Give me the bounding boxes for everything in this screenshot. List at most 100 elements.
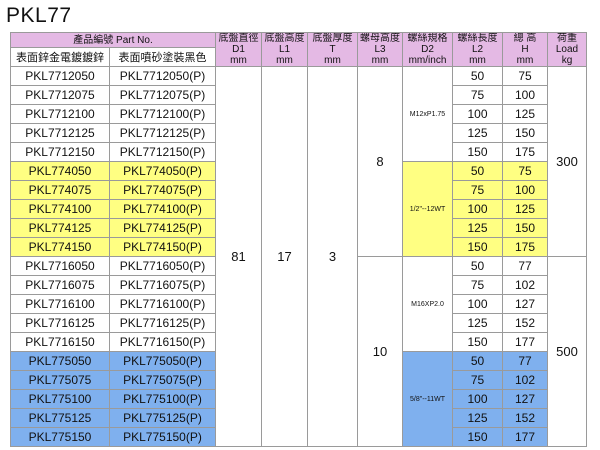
part-no-painted: PKL7712100(P) <box>109 104 216 124</box>
h-value: 127 <box>502 294 548 314</box>
l2-header: 螺絲長度 L2 mm <box>452 32 503 67</box>
l2-value: 150 <box>452 142 503 162</box>
l3-value: 10 <box>357 256 403 447</box>
l2-value: 125 <box>452 313 503 333</box>
h-value: 125 <box>502 104 548 124</box>
part-no-plated: PKL775050 <box>10 351 110 371</box>
table-row: PKL7712050 PKL7712050(P) 81 17 3 8 M12xP1.75 50… <box>10 66 587 447</box>
l2-value: 100 <box>452 389 503 409</box>
part-no-painted: PKL7716100(P) <box>109 294 216 314</box>
part-no-plated: PKL774125 <box>10 218 110 238</box>
h-value: 152 <box>502 313 548 333</box>
l2-value: 50 <box>452 351 503 371</box>
d2-value: 1/2"--12WT <box>402 161 453 257</box>
part-no-painted: PKL7712050(P) <box>109 66 216 86</box>
part-no-header: 產品編號 Part No. <box>10 32 216 48</box>
part-no-plated: PKL7712100 <box>10 104 110 124</box>
h-value: 150 <box>502 218 548 238</box>
part-no-plated: PKL775150 <box>10 427 110 447</box>
l2-value: 125 <box>452 123 503 143</box>
part-no-painted: PKL775050(P) <box>109 351 216 371</box>
h-value: 152 <box>502 408 548 428</box>
part-no-painted: PKL7712075(P) <box>109 85 216 105</box>
l2-value: 75 <box>452 180 503 200</box>
part-no-painted: PKL774125(P) <box>109 218 216 238</box>
h-value: 77 <box>502 256 548 276</box>
part-no-plated: PKL7712075 <box>10 85 110 105</box>
d1-value: 81 <box>215 66 262 447</box>
h-value: 102 <box>502 370 548 390</box>
l1-value: 17 <box>261 66 308 447</box>
spec-table-body: 產品編號 Part No. 底盤直徑 D1 mm 底盤高度 L1 mm 底盤厚度 Tmm … <box>10 32 587 447</box>
h-value: 125 <box>502 199 548 219</box>
l2-value: 75 <box>452 275 503 295</box>
part-no-painted: PKL775150(P) <box>109 427 216 447</box>
h-value: 127 <box>502 389 548 409</box>
d2-value: M16XP2.0 <box>402 256 453 352</box>
l2-value: 100 <box>452 294 503 314</box>
t-value: 3 <box>307 66 358 447</box>
part-no-plated: PKL7716125 <box>10 313 110 333</box>
h-value: 177 <box>502 427 548 447</box>
part-no-plated: PKL774100 <box>10 199 110 219</box>
part-no-plated: PKL775075 <box>10 370 110 390</box>
h-value: 100 <box>502 85 548 105</box>
part-no-plated: PKL775100 <box>10 389 110 409</box>
painted-col-header: 表面噴砂塗裝黑色 <box>109 47 216 67</box>
h-header: 總 高 Hmm <box>502 32 548 67</box>
part-no-painted: PKL775100(P) <box>109 389 216 409</box>
part-no-painted: PKL7716150(P) <box>109 332 216 352</box>
part-no-plated: PKL774075 <box>10 180 110 200</box>
part-no-painted: PKL774100(P) <box>109 199 216 219</box>
l2-value: 100 <box>452 104 503 124</box>
load-value: 300 <box>547 66 587 257</box>
d2-header: 螺絲規格 D2 mm/inch <box>402 32 453 67</box>
plated-col-header: 表面鋅金電鍍鍍鋅 <box>10 47 110 67</box>
t-header: 底盤厚度 Tmm <box>307 32 358 67</box>
part-no-plated: PKL774050 <box>10 161 110 181</box>
part-no-plated: PKL7712050 <box>10 66 110 86</box>
part-no-painted: PKL7716125(P) <box>109 313 216 333</box>
part-no-painted: PKL7712125(P) <box>109 123 216 143</box>
h-value: 77 <box>502 351 548 371</box>
d2-value: 5/8"--11WT <box>402 351 453 447</box>
h-value: 102 <box>502 275 548 295</box>
l2-value: 100 <box>452 199 503 219</box>
part-no-painted: PKL775075(P) <box>109 370 216 390</box>
d2-value: M12xP1.75 <box>402 66 453 162</box>
part-no-painted: PKL775125(P) <box>109 408 216 428</box>
part-no-painted: PKL774075(P) <box>109 180 216 200</box>
h-value: 150 <box>502 123 548 143</box>
l2-value: 50 <box>452 161 503 181</box>
h-value: 177 <box>502 332 548 352</box>
part-no-painted: PKL774050(P) <box>109 161 216 181</box>
part-no-painted: PKL774150(P) <box>109 237 216 257</box>
header-row: 產品編號 Part No. 底盤直徑 D1 mm 底盤高度 L1 mm 底盤厚度 Tmm … <box>10 32 587 67</box>
l2-value: 150 <box>452 237 503 257</box>
part-no-plated: PKL7712125 <box>10 123 110 143</box>
part-no-plated: PKL7716075 <box>10 275 110 295</box>
load-value: 500 <box>547 256 587 447</box>
l2-value: 50 <box>452 66 503 86</box>
l3-header: 螺母高度 L3 mm <box>357 32 403 67</box>
h-value: 100 <box>502 180 548 200</box>
l2-value: 75 <box>452 85 503 105</box>
l2-value: 125 <box>452 218 503 238</box>
part-no-plated: PKL7716150 <box>10 332 110 352</box>
l2-value: 125 <box>452 408 503 428</box>
page-title: PKL77 <box>6 4 72 27</box>
h-value: 175 <box>502 237 548 257</box>
load-header: 荷重 Load kg <box>547 32 587 67</box>
l2-value: 150 <box>452 427 503 447</box>
part-no-plated: PKL7712150 <box>10 142 110 162</box>
h-value: 75 <box>502 161 548 181</box>
part-no-plated: PKL774150 <box>10 237 110 257</box>
part-no-plated: PKL775125 <box>10 408 110 428</box>
part-no-painted: PKL7716050(P) <box>109 256 216 276</box>
spec-table: 產品編號 Part No. 底盤直徑 D1 mm 底盤高度 L1 mm 底盤厚度 Tmm … <box>10 32 587 447</box>
part-no-plated: PKL7716100 <box>10 294 110 314</box>
d1-header: 底盤直徑 D1 mm <box>215 32 262 67</box>
l3-value: 8 <box>357 66 403 257</box>
l2-value: 75 <box>452 370 503 390</box>
l1-header: 底盤高度 L1 mm <box>261 32 308 67</box>
